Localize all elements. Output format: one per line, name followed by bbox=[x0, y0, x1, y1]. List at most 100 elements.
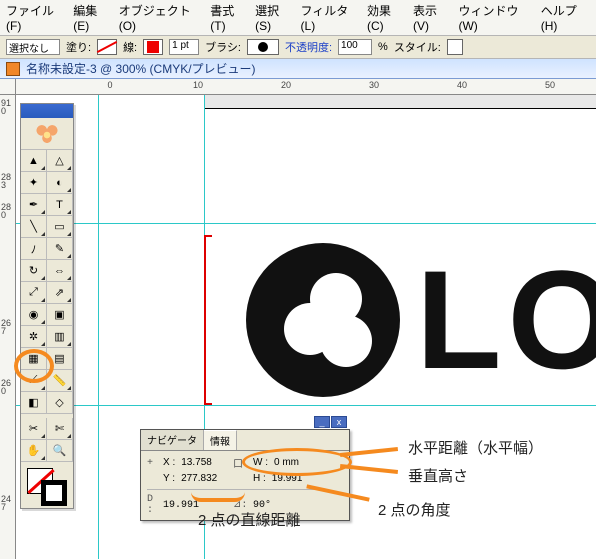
panel-tab-navigator[interactable]: ナビゲータ bbox=[141, 430, 204, 450]
magic-wand-tool[interactable]: ✦ bbox=[21, 172, 47, 194]
toolbox-logo bbox=[21, 118, 73, 150]
brush-swatch[interactable] bbox=[247, 39, 279, 55]
type-tool[interactable]: T bbox=[47, 194, 73, 216]
ruler-v-tick: 24 7 bbox=[1, 495, 15, 511]
mesh-tool[interactable]: ▦ bbox=[21, 348, 47, 370]
brush-label: ブラシ: bbox=[205, 39, 241, 55]
scale-tool[interactable]: ⤢ bbox=[21, 282, 47, 304]
document-titlebar: 名称未設定-3 @ 300% (CMYK/プレビュー) bbox=[0, 59, 596, 79]
logo-mark[interactable] bbox=[246, 243, 400, 397]
reflect-tool[interactable]: ⇔ bbox=[47, 260, 73, 282]
ruler-v-tick: 28 0 bbox=[1, 203, 15, 219]
info-x-row: X : 13.758 bbox=[163, 457, 233, 469]
ruler-v-tick: 26 0 bbox=[1, 379, 15, 395]
guide-horizontal[interactable] bbox=[16, 223, 596, 224]
menu-select[interactable]: 選択(S) bbox=[255, 2, 292, 33]
eyedropper-tool[interactable]: ⟋ bbox=[21, 370, 47, 392]
opacity-label: 不透明度: bbox=[285, 39, 332, 55]
auto-trace-tool[interactable]: ◇ bbox=[47, 392, 73, 414]
opacity-input[interactable]: 100 bbox=[338, 39, 372, 55]
guide-horizontal[interactable] bbox=[16, 405, 596, 406]
info-y-value: 277.832 bbox=[181, 473, 217, 484]
stroke-label: 線: bbox=[123, 39, 137, 55]
selection-dropdown[interactable]: 選択なし bbox=[6, 39, 60, 55]
fill-label: 塗り: bbox=[66, 39, 91, 55]
lasso-tool[interactable]: ◐ bbox=[47, 172, 73, 194]
info-h-row: H : 19.991 bbox=[253, 473, 319, 485]
annotation-underline-d bbox=[191, 492, 245, 502]
info-h-value: 19.991 bbox=[272, 473, 303, 484]
annotation-label-vdist: 垂直高さ bbox=[408, 465, 468, 486]
pen-tool[interactable]: ✒ bbox=[21, 194, 47, 216]
paintbrush-tool[interactable]: ﾉ bbox=[21, 238, 47, 260]
toolbox-panel[interactable]: ▲ △ ✦ ◐ ✒ T ╲ ▭ ﾉ ✎ ↻ ⇔ ⤢ ⇗ ◉ ▣ ✲ ▥ ▦ ▤ … bbox=[20, 103, 74, 509]
fill-stroke-control[interactable] bbox=[21, 462, 73, 508]
ruler-h-tick: 40 bbox=[457, 80, 467, 90]
menu-object[interactable]: オブジェクト(O) bbox=[119, 2, 203, 33]
hand-tool[interactable]: ✋ bbox=[21, 440, 47, 462]
fill-swatch[interactable] bbox=[97, 39, 117, 55]
info-y-row: Y : 277.832 bbox=[163, 473, 233, 485]
direct-selection-tool[interactable]: △ bbox=[47, 150, 73, 172]
blend-tool[interactable]: ◧ bbox=[21, 392, 47, 414]
xy-icon: + bbox=[147, 458, 163, 469]
wh-icon: 口 bbox=[233, 455, 253, 471]
rotate-tool[interactable]: ↻ bbox=[21, 260, 47, 282]
ruler-origin[interactable] bbox=[0, 79, 16, 95]
free-transform-tool[interactable]: ▣ bbox=[47, 304, 73, 326]
ruler-v-tick: 91 0 bbox=[1, 99, 15, 115]
style-swatch[interactable] bbox=[447, 39, 463, 55]
menu-help[interactable]: ヘルプ(H) bbox=[541, 2, 590, 33]
scissors-tool[interactable]: ✄ bbox=[47, 418, 73, 440]
ruler-horizontal[interactable]: 0 10 20 30 40 50 bbox=[16, 79, 596, 95]
guide-vertical[interactable] bbox=[98, 95, 99, 559]
annotation-label-hdist: 水平距離（水平幅） bbox=[408, 437, 543, 458]
menu-window[interactable]: ウィンドウ(W) bbox=[458, 2, 532, 33]
artboard-edge bbox=[204, 95, 596, 109]
ruler-vertical[interactable]: 91 0 28 3 28 0 26 7 26 0 24 7 bbox=[0, 95, 16, 559]
menu-effect[interactable]: 効果(C) bbox=[367, 2, 405, 33]
ruler-h-tick: 50 bbox=[545, 80, 555, 90]
slice-tool[interactable]: ✂ bbox=[21, 418, 47, 440]
menu-view[interactable]: 表示(V) bbox=[413, 2, 450, 33]
info-w-value: 0 mm bbox=[274, 457, 299, 468]
logo-text[interactable]: LO bbox=[416, 245, 596, 395]
menu-edit[interactable]: 編集(E) bbox=[73, 2, 110, 33]
gradient-tool[interactable]: ▤ bbox=[47, 348, 73, 370]
ruler-v-tick: 26 7 bbox=[1, 319, 15, 335]
rectangle-tool[interactable]: ▭ bbox=[47, 216, 73, 238]
stroke-swatch-large[interactable] bbox=[41, 480, 67, 506]
pencil-tool[interactable]: ✎ bbox=[47, 238, 73, 260]
workspace: 0 10 20 30 40 50 91 0 28 3 28 0 26 7 26 … bbox=[0, 79, 596, 559]
ruler-h-tick: 30 bbox=[369, 80, 379, 90]
stroke-swatch[interactable] bbox=[143, 39, 163, 55]
opacity-pct: % bbox=[378, 41, 388, 53]
graph-tool[interactable]: ▥ bbox=[47, 326, 73, 348]
stroke-weight-input[interactable]: 1 pt bbox=[169, 39, 199, 55]
menu-bar: ファイル(F) 編集(E) オブジェクト(O) 書式(T) 選択(S) フィルタ… bbox=[0, 0, 596, 35]
info-w-row: W : 0 mm bbox=[253, 457, 319, 469]
line-tool[interactable]: ╲ bbox=[21, 216, 47, 238]
document-title: 名称未設定-3 @ 300% (CMYK/プレビュー) bbox=[26, 60, 256, 77]
d-icon: D : bbox=[147, 494, 163, 516]
menu-format[interactable]: 書式(T) bbox=[210, 2, 247, 33]
menu-file[interactable]: ファイル(F) bbox=[6, 2, 65, 33]
symbol-sprayer-tool[interactable]: ✲ bbox=[21, 326, 47, 348]
ruler-h-tick: 20 bbox=[281, 80, 291, 90]
toolbox-titlebar[interactable] bbox=[21, 104, 73, 118]
ruler-h-tick: 10 bbox=[193, 80, 203, 90]
control-bar: 選択なし 塗り: 線: 1 pt ブラシ: 不透明度: 100 % スタイル: bbox=[0, 35, 596, 59]
selection-bracket bbox=[204, 235, 212, 405]
menu-filter[interactable]: フィルタ(L) bbox=[301, 2, 359, 33]
info-panel[interactable]: _ x ナビゲータ 情報 + X : 13.758 口 W : 0 mm Y :… bbox=[140, 429, 350, 521]
zoom-tool[interactable]: 🔍 bbox=[47, 440, 73, 462]
panel-tab-info[interactable]: 情報 bbox=[204, 430, 237, 450]
selection-tool[interactable]: ▲ bbox=[21, 150, 47, 172]
style-label: スタイル: bbox=[394, 39, 441, 55]
annotation-label-length: 2 点の直線距離 bbox=[198, 509, 301, 530]
panel-close-button[interactable]: x bbox=[331, 416, 347, 428]
measure-tool[interactable]: 📏 bbox=[47, 370, 73, 392]
warp-tool[interactable]: ◉ bbox=[21, 304, 47, 326]
shear-tool[interactable]: ⇗ bbox=[47, 282, 73, 304]
panel-minimize-button[interactable]: _ bbox=[314, 416, 330, 428]
